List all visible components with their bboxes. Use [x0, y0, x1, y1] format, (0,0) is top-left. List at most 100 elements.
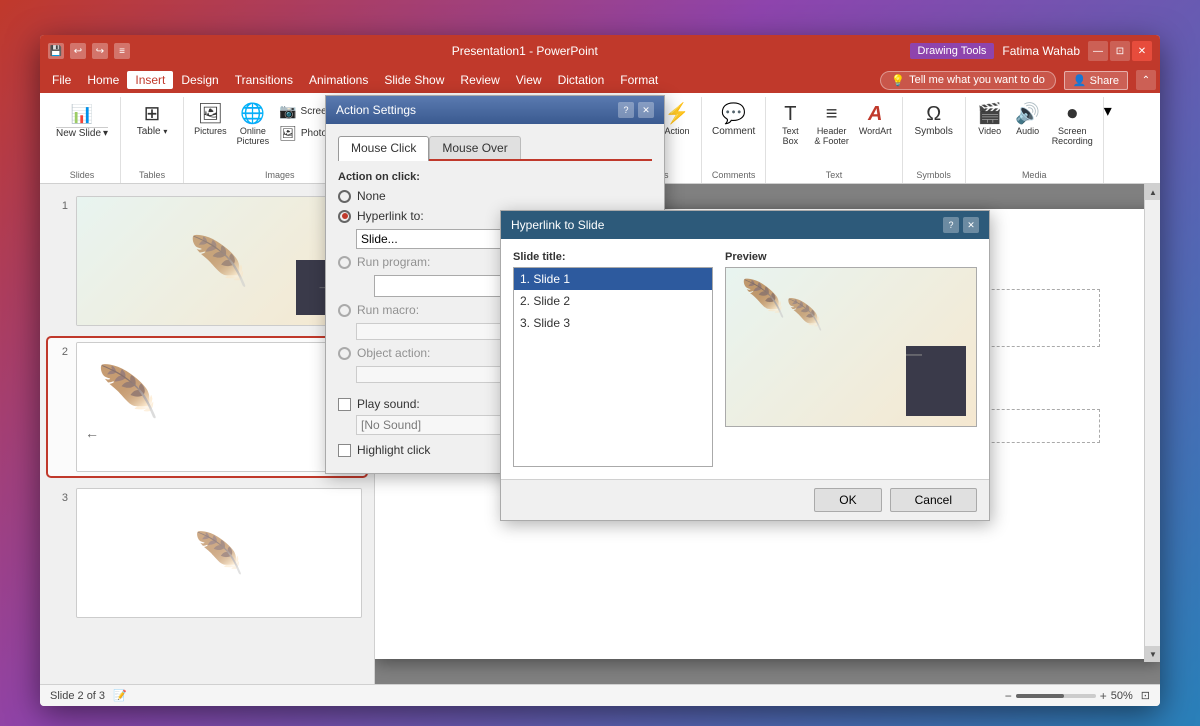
ribbon-group-media: 🎬 Video 🔊 Audio ⏺ ScreenRecording Media: [966, 97, 1104, 183]
save-icon[interactable]: 💾: [48, 43, 64, 59]
sound-value: [No Sound]: [361, 418, 421, 432]
minimize-button[interactable]: —: [1088, 41, 1108, 61]
menu-view[interactable]: View: [508, 71, 550, 89]
menu-format[interactable]: Format: [612, 71, 666, 89]
radio-run-macro[interactable]: [338, 304, 351, 317]
textbox-button[interactable]: T TextBox: [772, 101, 808, 149]
comment-label: Comment: [712, 126, 755, 137]
text-buttons: T TextBox ≡ Header& Footer A WordArt: [772, 97, 895, 170]
slide-number-1: 1: [52, 196, 68, 212]
new-slide-icon: 📊: [56, 104, 108, 128]
tell-me-input[interactable]: 💡 Tell me what you want to do: [880, 71, 1055, 90]
preview-label: Preview: [725, 251, 977, 263]
redo-icon[interactable]: ↪: [92, 43, 108, 59]
cancel-button[interactable]: Cancel: [890, 488, 977, 512]
action-label: Action: [664, 126, 689, 136]
media-group-label: Media: [1022, 170, 1047, 183]
pictures-button[interactable]: 🖼 Pictures: [190, 101, 231, 139]
symbols-button[interactable]: Ω Symbols: [909, 101, 959, 140]
screenshot-icon: 📷: [279, 103, 296, 120]
audio-icon: 🔊: [1015, 104, 1040, 124]
menu-design[interactable]: Design: [173, 71, 226, 89]
notes-icon[interactable]: 📝: [113, 689, 127, 702]
maximize-button[interactable]: ⊡: [1110, 41, 1130, 61]
hyperlink-to-slide-dialog: Hyperlink to Slide ? ✕ Slide title: 1. S…: [500, 210, 990, 521]
radio-run-macro-label: Run macro:: [357, 303, 419, 317]
zoom-out-button[interactable]: −: [1005, 689, 1012, 703]
zoom-bar: − + 50%: [1005, 689, 1133, 703]
slide-thumbnail-3[interactable]: 3 🪶: [48, 484, 366, 622]
symbols-label: Symbols: [915, 126, 953, 137]
slide-info: Slide 2 of 3: [50, 690, 105, 702]
scroll-up-button[interactable]: ▲: [1145, 184, 1160, 200]
close-button[interactable]: ✕: [1132, 41, 1152, 61]
slide-list-item-2[interactable]: 2. Slide 2: [514, 290, 712, 312]
wordart-button[interactable]: A WordArt: [855, 101, 896, 139]
table-button[interactable]: ⊞ Table ▾: [127, 101, 177, 140]
preview-feather-right-icon: 🪶: [786, 298, 823, 333]
radio-hyperlink[interactable]: [338, 210, 351, 223]
menu-review[interactable]: Review: [452, 71, 507, 89]
online-pictures-button[interactable]: 🌐 OnlinePictures: [233, 101, 274, 149]
highlight-click-checkbox[interactable]: [338, 444, 351, 457]
video-button[interactable]: 🎬 Video: [972, 101, 1008, 139]
slide3-feather-icon: 🪶: [194, 530, 244, 577]
ribbon-collapse-button[interactable]: ⌃: [1136, 70, 1156, 90]
zoom-slider[interactable]: [1016, 694, 1096, 698]
screen-recording-button[interactable]: ⏺ ScreenRecording: [1048, 101, 1097, 149]
header-footer-icon: ≡: [826, 104, 838, 124]
menu-home[interactable]: Home: [79, 71, 127, 89]
comment-button[interactable]: 💬 Comment: [708, 101, 759, 140]
menu-dictation[interactable]: Dictation: [550, 71, 613, 89]
slide-thumbnail-2[interactable]: 2 🪶 ←: [48, 338, 366, 476]
preview-slide: 🪶 🪶 —: [726, 268, 976, 426]
share-button[interactable]: 👤 Share: [1064, 71, 1128, 90]
radio-none[interactable]: [338, 190, 351, 203]
slide-list-item-3[interactable]: 3. Slide 3: [514, 312, 712, 334]
new-slide-button[interactable]: 📊 New Slide ▾: [50, 101, 114, 142]
audio-button[interactable]: 🔊 Audio: [1010, 101, 1046, 139]
hyperlink-dialog-titlebar: Hyperlink to Slide ? ✕: [501, 211, 989, 239]
fit-slide-button[interactable]: ⊡: [1141, 689, 1150, 702]
hyperlink-dialog-close-button[interactable]: ✕: [963, 217, 979, 233]
radio-run-program[interactable]: [338, 256, 351, 269]
feather-icon: 🪶: [189, 233, 249, 290]
hyperlink-dialog-title: Hyperlink to Slide: [511, 218, 604, 232]
slides-buttons: 📊 New Slide ▾: [50, 97, 114, 170]
ribbon-expand[interactable]: ▾: [1104, 97, 1112, 183]
hyperlink-dialog-help-button[interactable]: ?: [943, 217, 959, 233]
preview-box: 🪶 🪶 —: [725, 267, 977, 427]
menu-file[interactable]: File: [44, 71, 79, 89]
textbox-icon: T: [784, 104, 796, 124]
symbols-buttons: Ω Symbols: [909, 97, 959, 170]
slide-list: Slide title: 1. Slide 1 2. Slide 2 3. Sl…: [513, 251, 713, 467]
header-footer-button[interactable]: ≡ Header& Footer: [810, 101, 853, 149]
zoom-in-button[interactable]: +: [1100, 689, 1107, 703]
ok-button[interactable]: OK: [814, 488, 881, 512]
slide-list-items[interactable]: 1. Slide 1 2. Slide 2 3. Slide 3: [513, 267, 713, 467]
slides-group-label: Slides: [70, 170, 95, 183]
scroll-down-button[interactable]: ▼: [1145, 646, 1160, 662]
undo-icon[interactable]: ↩: [70, 43, 86, 59]
ribbon-group-tables: ⊞ Table ▾ Tables: [121, 97, 184, 183]
radio-object-action[interactable]: [338, 347, 351, 360]
play-sound-checkbox[interactable]: [338, 398, 351, 411]
scroll-track[interactable]: [1145, 200, 1160, 646]
menu-transitions[interactable]: Transitions: [227, 71, 301, 89]
customize-icon[interactable]: ≡: [114, 43, 130, 59]
hyperlink-dialog-footer: OK Cancel: [501, 479, 989, 520]
vertical-scrollbar[interactable]: ▲ ▼: [1144, 184, 1160, 662]
preview-dark-block: —: [906, 346, 966, 416]
slide-thumbnail-1[interactable]: 1 🪶 —: [48, 192, 366, 330]
slide-list-item-1[interactable]: 1. Slide 1: [514, 268, 712, 290]
ribbon-group-comments: 💬 Comment Comments: [702, 97, 766, 183]
photo-album-icon: 🖼: [279, 125, 297, 142]
menu-animations[interactable]: Animations: [301, 71, 376, 89]
menu-insert[interactable]: Insert: [127, 71, 173, 89]
hyperlink-content: Slide title: 1. Slide 1 2. Slide 2 3. Sl…: [513, 251, 977, 467]
menu-slideshow[interactable]: Slide Show: [376, 71, 452, 89]
zoom-level: 50%: [1111, 690, 1133, 702]
highlight-click-label: Highlight click: [357, 443, 430, 457]
preview-area: Preview 🪶 🪶 —: [725, 251, 977, 467]
play-sound-label: Play sound:: [357, 397, 420, 411]
